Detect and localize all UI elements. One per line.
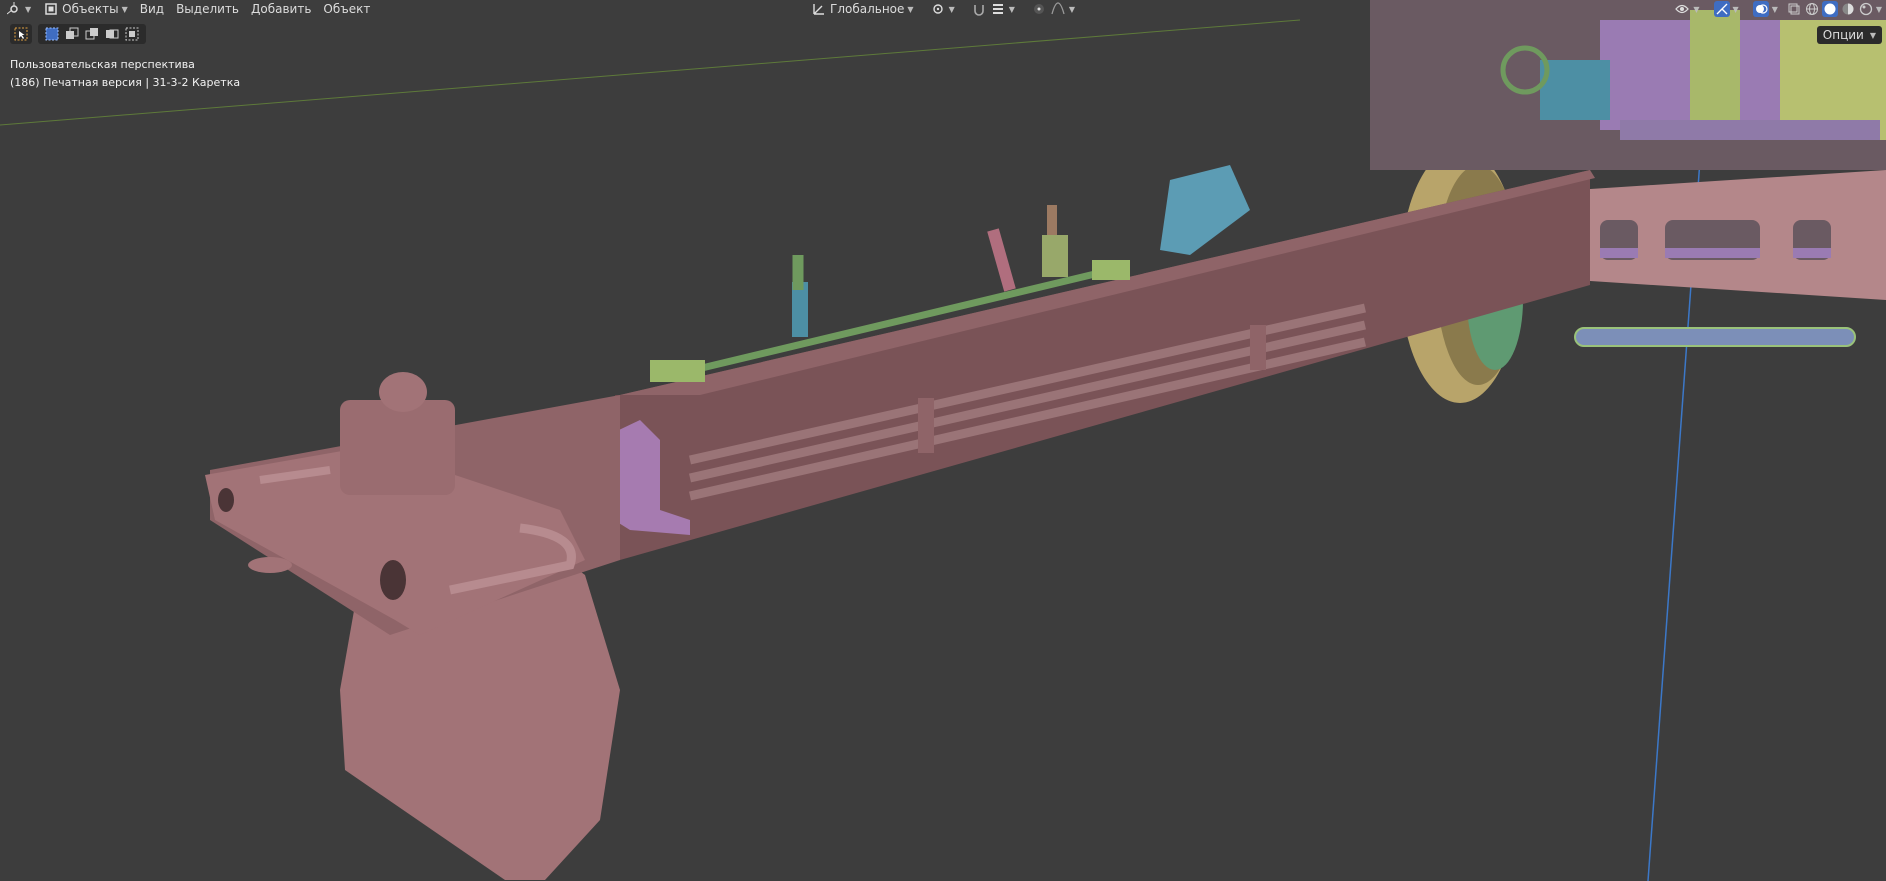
chevron-down-icon: ▼	[1869, 30, 1876, 40]
viewport-header: ▼ Объекты ▼ Вид Выделить Добавить Объект…	[0, 0, 1886, 18]
center-tools: Глобальное ▼ ▼ ▼ ▼	[805, 0, 1081, 18]
gizmo-toggle[interactable]: ▼	[1708, 0, 1745, 18]
select-tool-icon	[13, 26, 29, 42]
proportional-edit-dropdown[interactable]: ▼	[1025, 0, 1081, 18]
menu-select[interactable]: Выделить	[170, 0, 245, 18]
mode-label: Объекты	[62, 2, 119, 16]
proportional-edit-icon	[1031, 1, 1047, 17]
snap-dropdown[interactable]: ▼	[965, 0, 1021, 18]
chevron-down-icon: ▼	[1771, 4, 1778, 14]
snap-icon	[971, 1, 987, 17]
gun-mechanism	[1370, 0, 1886, 170]
object-mode-icon	[43, 1, 59, 17]
overlay-icon	[1752, 1, 1769, 17]
xray-icon[interactable]	[1786, 1, 1802, 17]
tool-row	[10, 24, 146, 44]
orientation-label: Глобальное	[830, 2, 905, 16]
wireframe-shading-icon[interactable]	[1804, 1, 1820, 17]
pivot-point-dropdown[interactable]: ▼	[924, 0, 961, 18]
options-label: Опции	[1822, 28, 1864, 42]
editor-type-button[interactable]: ▼	[0, 0, 37, 18]
snap-target-icon	[990, 1, 1006, 17]
rendered-shading-icon[interactable]	[1858, 1, 1874, 17]
pivot-icon	[930, 1, 946, 17]
chevron-down-icon[interactable]: ▼	[1876, 5, 1882, 14]
material-shading-icon[interactable]	[1840, 1, 1856, 17]
select-invert-mode-icon[interactable]	[104, 26, 120, 42]
options-dropdown[interactable]: Опции ▼	[1816, 26, 1882, 44]
gizmo-icon	[1713, 1, 1730, 17]
visibility-dropdown[interactable]: ▼	[1668, 0, 1705, 18]
chevron-down-icon: ▼	[948, 4, 955, 14]
overlay-toggle[interactable]: ▼	[1747, 0, 1784, 18]
chevron-down-icon: ▼	[25, 4, 32, 14]
solid-shading-icon[interactable]	[1821, 1, 1838, 17]
select-extend-mode-icon[interactable]	[64, 26, 80, 42]
menu-object[interactable]: Объект	[317, 0, 376, 18]
chevron-down-icon: ▼	[1068, 4, 1076, 14]
select-intersect-mode-icon[interactable]	[124, 26, 140, 42]
editor-type-icon	[6, 1, 22, 17]
chevron-down-icon: ▼	[907, 4, 914, 14]
select-box-mode-icon[interactable]	[44, 26, 60, 42]
menu-view[interactable]: Вид	[134, 0, 170, 18]
select-subtract-mode-icon[interactable]	[84, 26, 100, 42]
chevron-down-icon: ▼	[1732, 4, 1739, 14]
view-name: Пользовательская перспектива	[10, 58, 195, 71]
collection-info: (186) Печатная версия | 31-3-2 Каретка	[10, 76, 241, 89]
transform-orientation-icon	[811, 1, 827, 17]
chevron-down-icon: ▼	[1008, 4, 1015, 14]
mode-selector[interactable]: Объекты ▼	[37, 0, 134, 18]
menu-add[interactable]: Добавить	[245, 0, 317, 18]
select-tool-button[interactable]	[10, 24, 32, 44]
select-mode-group	[38, 24, 146, 44]
3d-viewport[interactable]	[0, 0, 1886, 881]
transform-orientation-dropdown[interactable]: Глобальное ▼	[805, 0, 920, 18]
right-tools: ▼ ▼ ▼ ▼	[1668, 0, 1886, 18]
chevron-down-icon: ▼	[121, 4, 128, 14]
chevron-down-icon: ▼	[1693, 4, 1700, 14]
falloff-curve-icon	[1050, 1, 1066, 17]
visibility-icon	[1674, 1, 1690, 17]
